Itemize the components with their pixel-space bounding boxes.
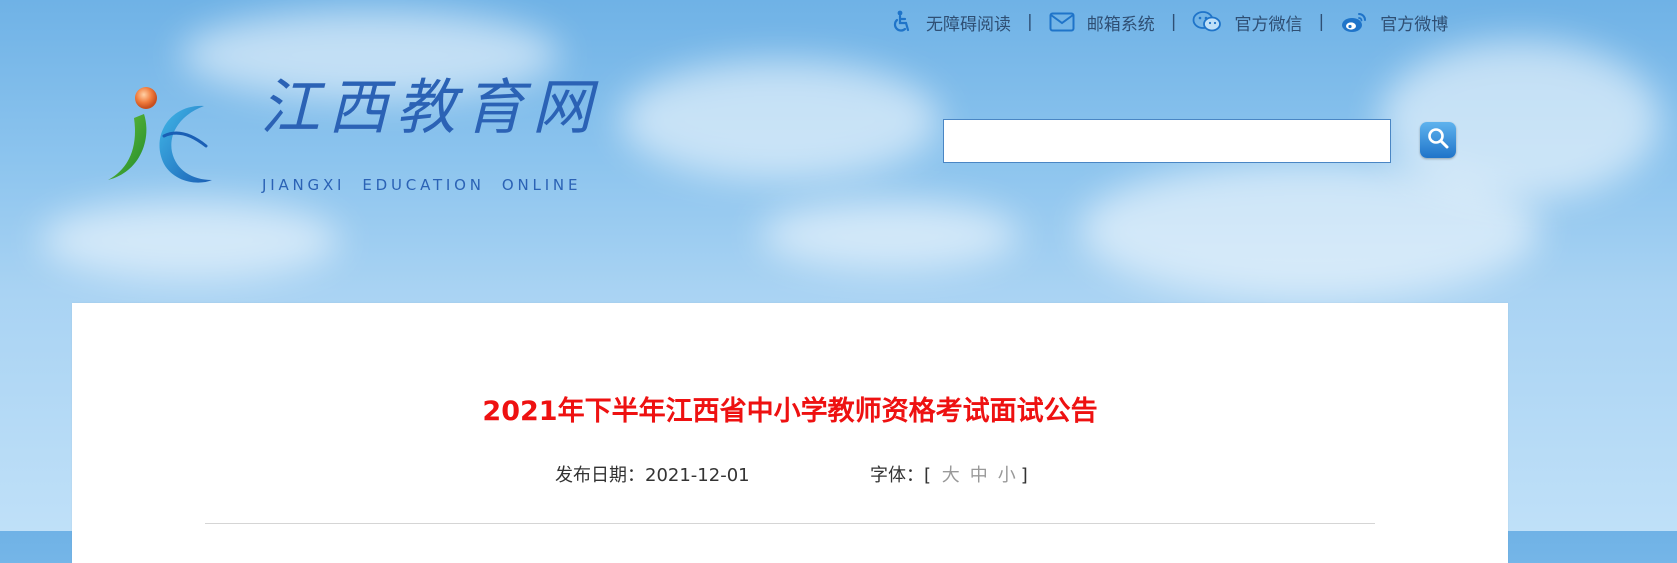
weibo-label: 官方微博 xyxy=(1380,14,1449,35)
weibo-icon xyxy=(1340,10,1368,34)
search-input[interactable] xyxy=(943,119,1391,163)
top-links: 无障碍阅读 | 邮箱系统 | 官方微信 | 官方微博 xyxy=(890,6,1448,38)
mail-link[interactable]: 邮箱系统 xyxy=(1049,10,1155,35)
font-size-label: 字体： xyxy=(870,465,924,486)
article-title: 2021年下半年江西省中小学教师资格考试面试公告 xyxy=(482,396,1098,427)
mail-icon xyxy=(1049,12,1075,32)
divider xyxy=(205,523,1375,524)
logo-title: 江西教育网 xyxy=(260,73,600,143)
search-button[interactable] xyxy=(1420,122,1456,158)
separator: | xyxy=(1318,12,1325,32)
bracket-open: [ xyxy=(924,465,932,486)
weibo-link[interactable]: 官方微博 xyxy=(1340,10,1448,35)
wechat-label: 官方微信 xyxy=(1234,14,1303,35)
font-size-medium[interactable]: 中 xyxy=(970,465,988,486)
site-logo[interactable]: 江西教育网 JIANGXI EDUCATION ONLINE xyxy=(100,78,620,198)
mail-label: 邮箱系统 xyxy=(1086,14,1155,35)
bracket-close: ] xyxy=(1020,465,1028,486)
publish-date-value: 2021-12-01 xyxy=(645,465,750,486)
separator: | xyxy=(1027,12,1033,32)
search-icon xyxy=(1426,126,1450,154)
font-size-switcher: 字体：[ 大中小] xyxy=(870,461,1028,487)
font-size-small[interactable]: 小 xyxy=(998,465,1016,486)
article-card: 2021年下半年江西省中小学教师资格考试面试公告 发布日期：2021-12-01… xyxy=(72,303,1508,563)
accessibility-label: 无障碍阅读 xyxy=(926,14,1011,35)
wechat-link[interactable]: 官方微信 xyxy=(1192,10,1302,35)
accessibility-icon xyxy=(890,10,914,34)
wechat-icon xyxy=(1192,10,1222,34)
font-size-large[interactable]: 大 xyxy=(942,465,960,486)
jx-emblem-icon xyxy=(100,84,230,198)
publish-date: 发布日期：2021-12-01 xyxy=(555,461,750,487)
logo-subtitle: JIANGXI EDUCATION ONLINE xyxy=(262,176,582,194)
separator: | xyxy=(1170,12,1177,32)
accessibility-link[interactable]: 无障碍阅读 xyxy=(890,10,1011,35)
publish-date-label: 发布日期： xyxy=(555,465,645,486)
